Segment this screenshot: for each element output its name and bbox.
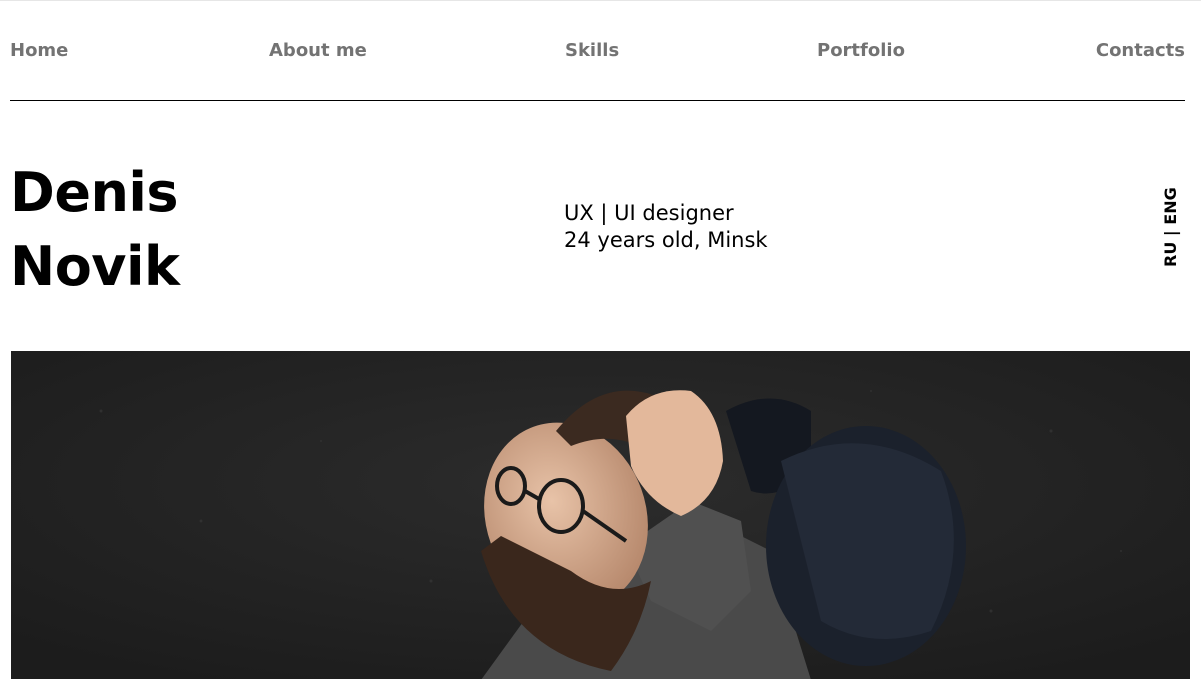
- language-eng[interactable]: ENG: [1161, 187, 1180, 224]
- hero-role: UX | UI designer: [564, 201, 734, 225]
- nav-skills-link[interactable]: Skills: [565, 39, 619, 63]
- hero-last-name: Novik: [10, 235, 180, 298]
- nav-contacts-link[interactable]: Contacts: [1096, 39, 1185, 63]
- page: Home About me Skills Portfolio Contacts …: [0, 0, 1201, 679]
- hero-info: 24 years old, Minsk: [564, 228, 768, 252]
- hero-first-name: Denis: [10, 161, 179, 224]
- language-separator: |: [1161, 224, 1180, 242]
- language-ru[interactable]: RU: [1161, 242, 1180, 267]
- hero-name: Denis Novik: [10, 156, 180, 304]
- hero-photo: [11, 351, 1190, 679]
- nav-about-link[interactable]: About me: [269, 39, 367, 63]
- hero-tagline: UX | UI designer 24 years old, Minsk: [564, 200, 768, 254]
- main-nav: Home About me Skills Portfolio Contacts: [10, 1, 1185, 101]
- nav-divider: [10, 100, 1185, 101]
- nav-home-link[interactable]: Home: [10, 39, 68, 63]
- language-switcher: RU | ENG: [1160, 185, 1182, 267]
- nav-portfolio-link[interactable]: Portfolio: [817, 39, 905, 63]
